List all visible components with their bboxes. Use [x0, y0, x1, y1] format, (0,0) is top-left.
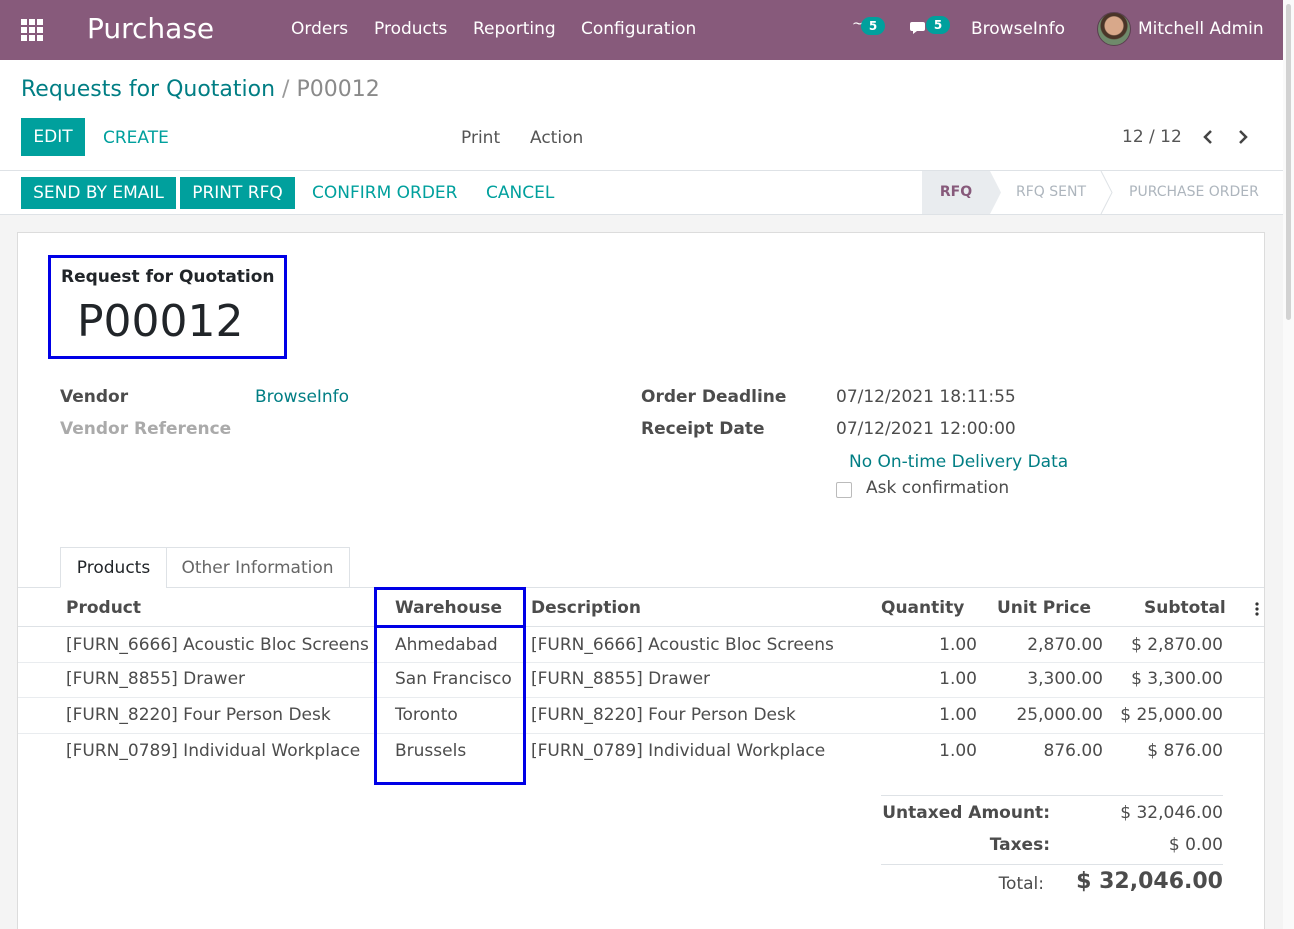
cancel-button[interactable]: CANCEL: [486, 183, 554, 203]
cell-unit-price[interactable]: 2,870.00: [998, 635, 1103, 655]
user-avatar[interactable]: [1097, 12, 1131, 46]
order-deadline-field[interactable]: 07/12/2021 18:11:55: [836, 387, 1016, 407]
total-label: Total:: [998, 874, 1044, 894]
breadcrumb-parent[interactable]: Requests for Quotation: [21, 77, 275, 102]
breadcrumb-current: P00012: [296, 77, 380, 102]
ask-confirmation-checkbox[interactable]: [836, 482, 852, 498]
taxes-label: Taxes:: [989, 835, 1050, 855]
cell-quantity[interactable]: 1.00: [898, 635, 977, 655]
action-dropdown[interactable]: Action: [530, 128, 583, 148]
receipt-date-field[interactable]: 07/12/2021 12:00:00: [836, 419, 1016, 439]
cell-description[interactable]: [FURN_8855] Drawer: [531, 669, 710, 689]
taxes-value: $ 0.00: [1168, 835, 1223, 855]
column-header-description[interactable]: Description: [531, 598, 641, 618]
column-header-unit-price[interactable]: Unit Price: [997, 598, 1091, 618]
chevron-right-icon[interactable]: [1235, 127, 1251, 147]
untaxed-amount-label: Untaxed Amount:: [882, 803, 1050, 823]
divider: [0, 170, 1283, 171]
vendor-label: Vendor: [60, 387, 129, 407]
cell-product[interactable]: [FURN_0789] Individual Workplace: [66, 741, 360, 761]
cell-subtotal: $ 2,870.00: [1131, 635, 1223, 655]
warehouse-highlight-divider: [374, 625, 526, 628]
on-time-delivery-link[interactable]: No On-time Delivery Data: [849, 452, 1068, 472]
pager-value[interactable]: 12 / 12: [1122, 127, 1182, 147]
send-by-email-button[interactable]: SEND BY EMAIL: [21, 177, 176, 209]
print-dropdown[interactable]: Print: [461, 128, 500, 148]
edit-button[interactable]: EDIT: [21, 118, 85, 156]
row-divider: [18, 733, 1264, 734]
breadcrumb-separator: /: [282, 77, 290, 102]
vendor-field[interactable]: BrowseInfo: [255, 387, 349, 407]
cell-subtotal: $ 25,000.00: [1120, 705, 1223, 725]
cell-product[interactable]: [FURN_8220] Four Person Desk: [66, 705, 331, 725]
control-panel: Requests for Quotation / P00012 EDIT CRE…: [0, 60, 1283, 215]
menu-reporting[interactable]: Reporting: [473, 19, 556, 39]
apps-menu-icon[interactable]: [21, 19, 45, 41]
untaxed-amount-value: $ 32,046.00: [1120, 803, 1223, 823]
ask-confirmation-label: Ask confirmation: [866, 478, 1010, 498]
user-menu[interactable]: Mitchell Admin: [1138, 19, 1264, 39]
cell-description[interactable]: [FURN_8220] Four Person Desk: [531, 705, 796, 725]
totals-divider: [881, 864, 1223, 865]
company-switcher[interactable]: BrowseInfo: [971, 19, 1065, 39]
cell-description[interactable]: [FURN_0789] Individual Workplace: [531, 741, 825, 761]
scrollbar-thumb[interactable]: [1286, 4, 1291, 320]
cell-quantity[interactable]: 1.00: [898, 705, 977, 725]
column-header-quantity[interactable]: Quantity: [881, 598, 964, 618]
title-highlight-box: Request for Quotation P00012: [48, 255, 287, 359]
row-divider: [18, 662, 1264, 663]
chevron-left-icon[interactable]: [1200, 127, 1216, 147]
totals-divider: [881, 795, 1223, 796]
cell-subtotal: $ 876.00: [1147, 741, 1223, 761]
status-purchase-order[interactable]: PURCHASE ORDER: [1129, 171, 1259, 214]
cell-product[interactable]: [FURN_8855] Drawer: [66, 669, 245, 689]
menu-configuration[interactable]: Configuration: [581, 19, 696, 39]
table-header-divider: [18, 626, 1264, 627]
cell-quantity[interactable]: 1.00: [898, 741, 977, 761]
top-navbar: Purchase Orders Products Reporting Confi…: [0, 0, 1283, 60]
optional-columns-icon[interactable]: [1255, 602, 1259, 616]
create-button[interactable]: CREATE: [103, 128, 169, 148]
status-arrow-icon: [1100, 171, 1113, 214]
status-arrow-icon: [990, 171, 1001, 214]
status-rfq[interactable]: RFQ: [922, 171, 990, 214]
order-deadline-label: Order Deadline: [641, 387, 787, 407]
print-rfq-button[interactable]: PRINT RFQ: [180, 177, 295, 209]
breadcrumb: Requests for Quotation / P00012: [21, 77, 380, 102]
column-header-subtotal[interactable]: Subtotal: [1144, 598, 1226, 618]
app-name[interactable]: Purchase: [87, 12, 214, 45]
receipt-date-label: Receipt Date: [641, 419, 765, 439]
menu-products[interactable]: Products: [374, 19, 447, 39]
cell-unit-price[interactable]: 3,300.00: [998, 669, 1103, 689]
activity-count-badge: 5: [861, 17, 885, 35]
warehouse-highlight-box: [374, 587, 526, 785]
document-type-label: Request for Quotation: [61, 267, 275, 287]
cell-unit-price[interactable]: 876.00: [998, 741, 1103, 761]
page-scrollbar[interactable]: [1283, 0, 1294, 929]
column-header-product[interactable]: Product: [66, 598, 141, 618]
document-number: P00012: [77, 296, 244, 347]
status-rfq-sent[interactable]: RFQ SENT: [1016, 171, 1086, 214]
menu-orders[interactable]: Orders: [291, 19, 348, 39]
cell-description[interactable]: [FURN_6666] Acoustic Bloc Screens: [531, 635, 834, 655]
tab-other-information[interactable]: Other Information: [166, 547, 350, 588]
cell-quantity[interactable]: 1.00: [898, 669, 977, 689]
cell-unit-price[interactable]: 25,000.00: [998, 705, 1103, 725]
total-value: $ 32,046.00: [1076, 869, 1223, 894]
cell-product[interactable]: [FURN_6666] Acoustic Bloc Screens: [66, 635, 369, 655]
vendor-reference-label: Vendor Reference: [60, 419, 232, 439]
confirm-order-button[interactable]: CONFIRM ORDER: [312, 183, 457, 203]
row-divider: [18, 697, 1264, 698]
cell-subtotal: $ 3,300.00: [1131, 669, 1223, 689]
tab-products[interactable]: Products: [60, 547, 167, 588]
form-sheet: Request for Quotation P00012 Vendor Brow…: [17, 232, 1265, 929]
messages-count-badge: 5: [926, 16, 950, 34]
